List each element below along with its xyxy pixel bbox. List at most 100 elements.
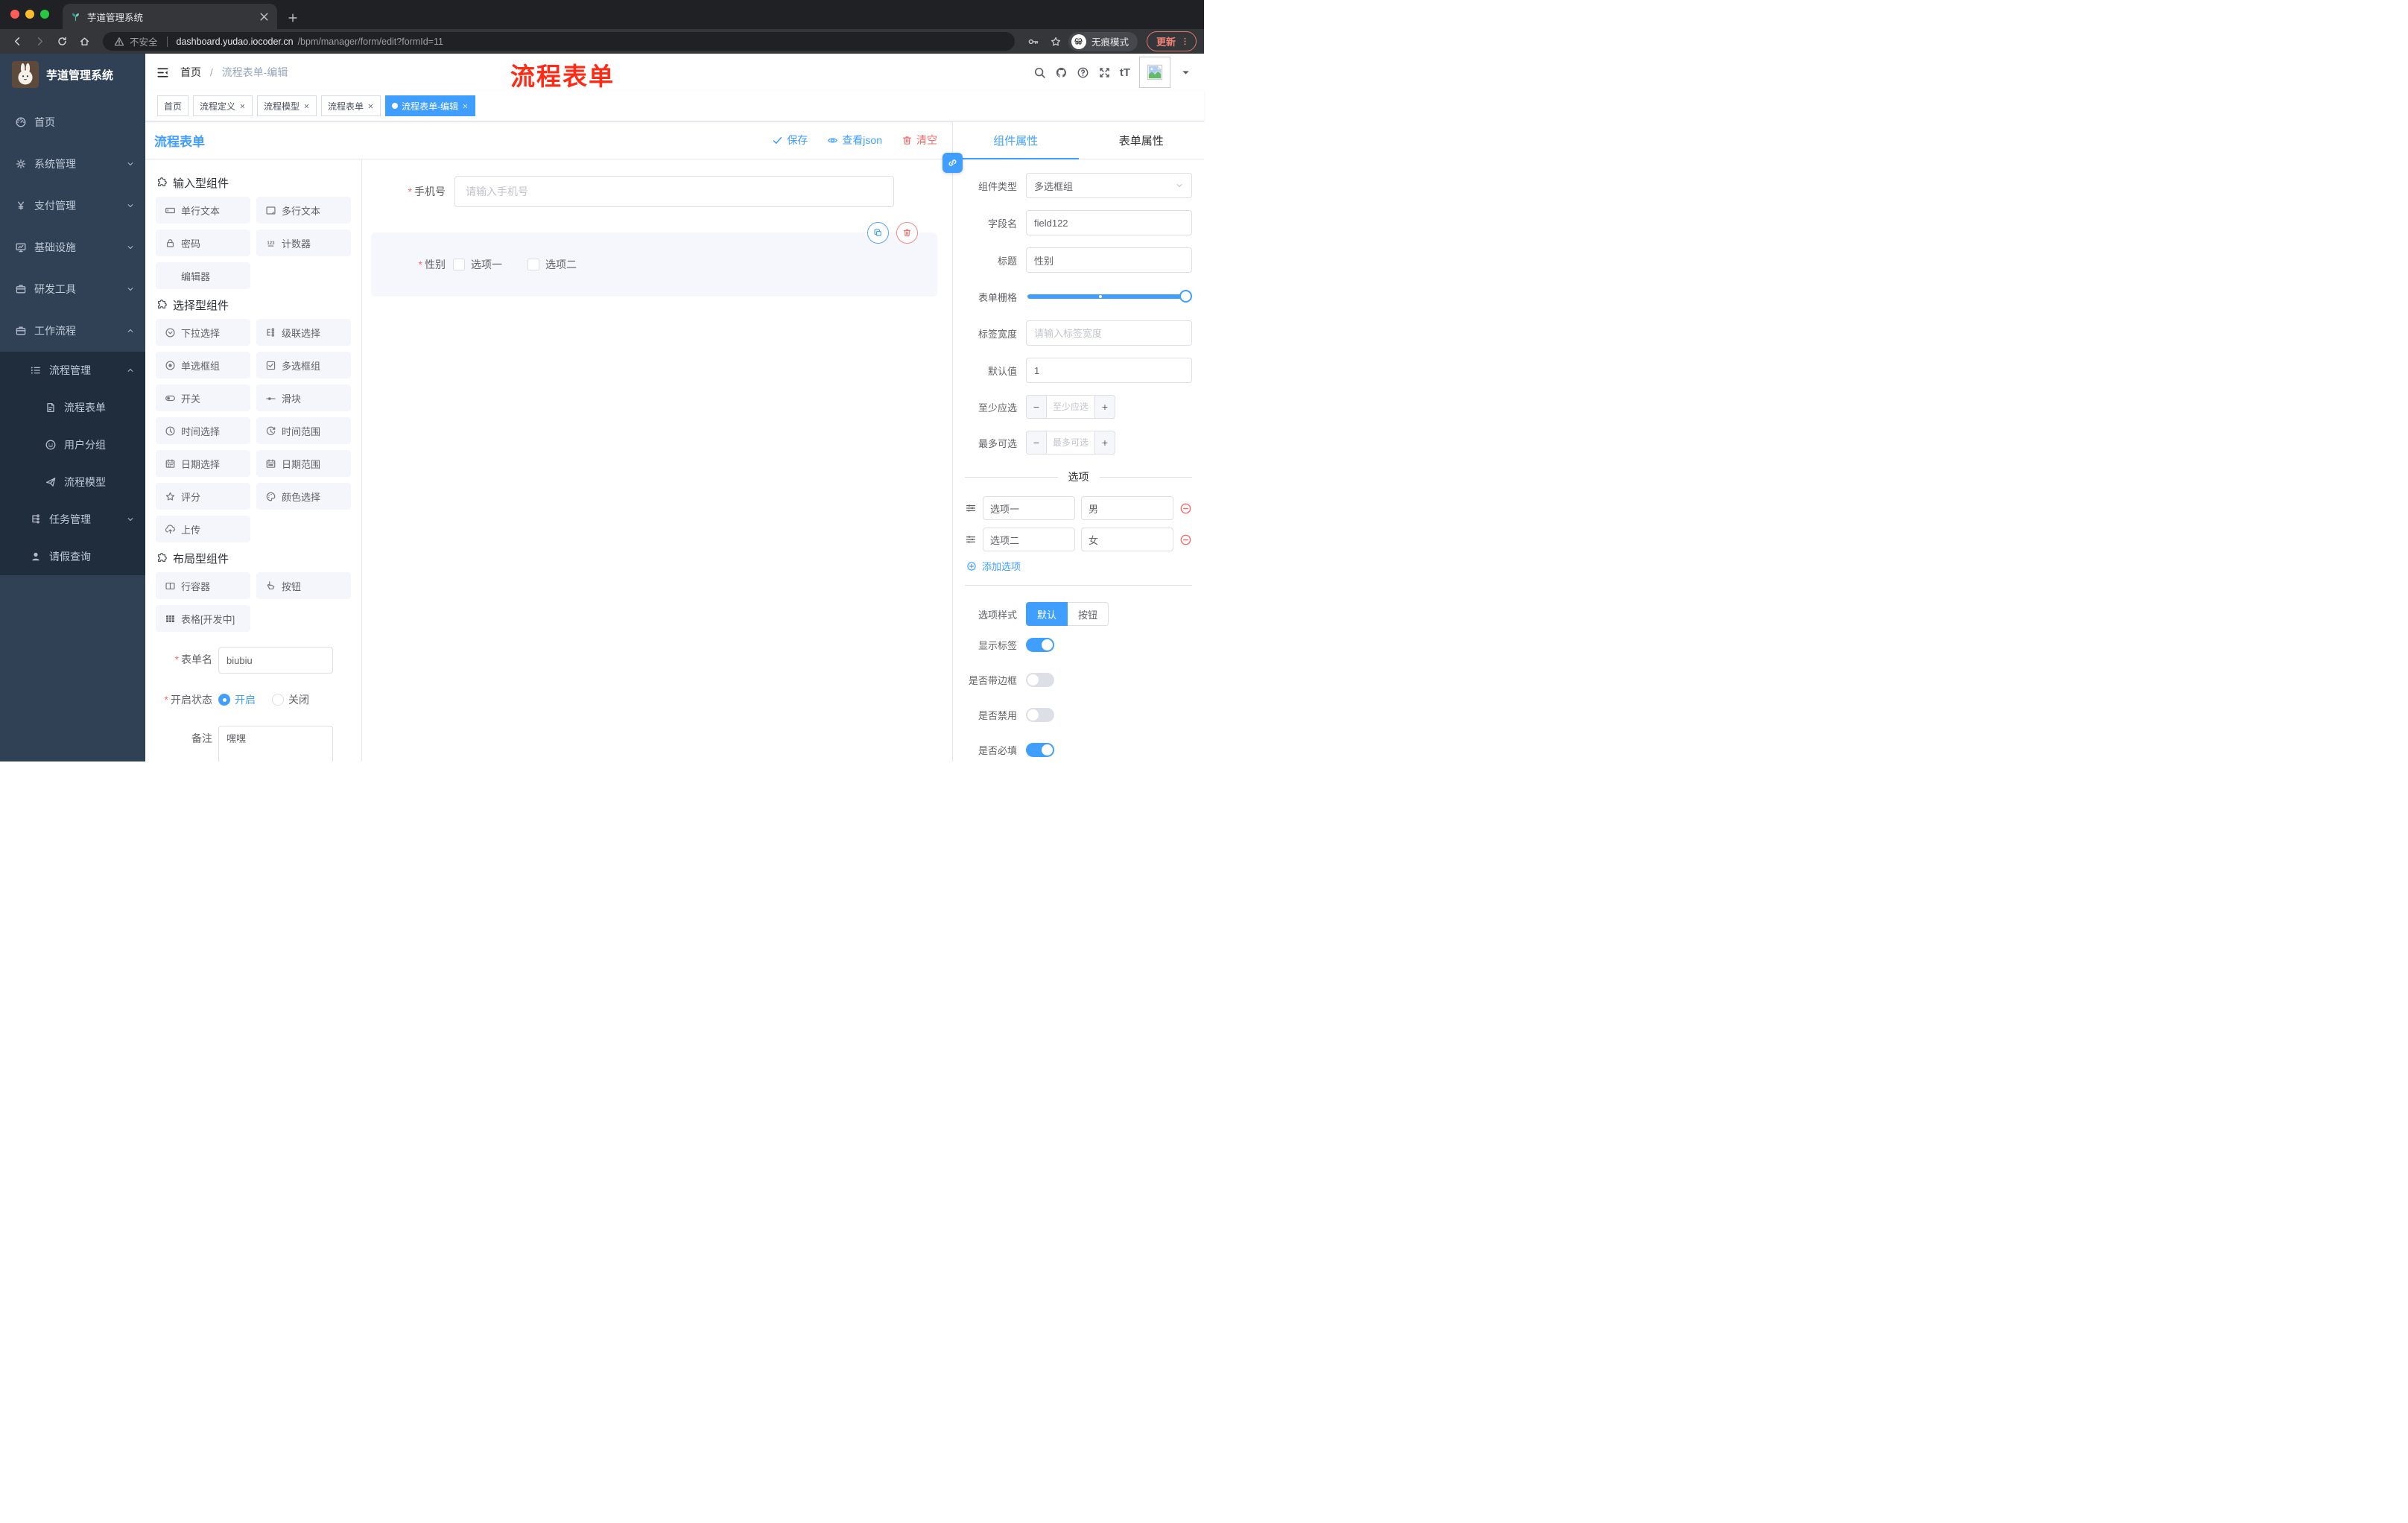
tag-流程定义[interactable]: 流程定义 [193,95,253,116]
option-value-input[interactable] [1081,528,1173,551]
forward-button[interactable] [30,32,49,51]
style-button-button[interactable]: 按钮 [1068,602,1109,626]
tag-close-icon[interactable] [367,103,374,110]
url-bar[interactable]: 不安全 dashboard.yudao.iocoder.cn/bpm/manag… [103,32,1015,51]
bookmark-star-icon[interactable] [1050,36,1062,48]
selected-component[interactable]: * 性别 选项一 选项二 [371,222,937,297]
sidebar-item-工作流程[interactable]: 工作流程 [0,310,145,352]
component-chip-密码[interactable]: 密码 [156,229,250,256]
label-width-input[interactable] [1026,320,1192,346]
save-button[interactable]: 保存 [772,133,808,148]
component-chip-多行文本[interactable]: 多行文本 [256,197,351,224]
component-chip-按钮[interactable]: 按钮 [256,572,351,599]
update-button[interactable]: 更新 [1146,31,1197,51]
stepper-minus-button[interactable]: − [1027,396,1047,418]
tab-close-icon[interactable] [259,11,270,22]
remove-option-icon[interactable] [1179,502,1192,515]
tag-close-icon[interactable] [303,103,310,110]
component-chip-表格[开发中][interactable]: 表格[开发中] [156,605,250,632]
component-chip-下拉选择[interactable]: 下拉选择 [156,319,250,346]
tag-流程表单-编辑[interactable]: 流程表单-编辑 [385,95,476,116]
toggle-switch[interactable] [1026,708,1054,722]
tag-close-icon[interactable] [462,103,469,110]
tab-component-props[interactable]: 组件属性 [953,121,1079,159]
sidebar-item-流程管理[interactable]: 流程管理 [0,352,145,389]
title-input[interactable] [1026,247,1192,273]
sidebar-item-流程模型[interactable]: 流程模型 [0,463,145,501]
option-label-input[interactable] [983,528,1075,551]
reload-button[interactable] [52,32,72,51]
tag-流程模型[interactable]: 流程模型 [257,95,317,116]
form-remark-textarea[interactable]: 嘿嘿 [218,726,333,762]
clear-button[interactable]: 清空 [902,133,937,148]
style-default-button[interactable]: 默认 [1026,602,1068,626]
grid-slider[interactable] [1027,290,1192,303]
browser-menu-icon[interactable] [1180,37,1190,46]
search-icon[interactable] [1033,66,1046,79]
field-name-input[interactable] [1026,210,1192,235]
sidebar-item-系统管理[interactable]: 系统管理 [0,143,145,185]
component-chip-日期选择[interactable]: 日期选择 [156,450,250,477]
sidebar-item-基础设施[interactable]: 基础设施 [0,227,145,268]
option-label-input[interactable] [983,496,1075,520]
slider-handle[interactable] [1179,290,1192,303]
avatar-caret-icon[interactable] [1179,66,1192,79]
window-zoom-button[interactable] [40,10,49,19]
tab-form-props[interactable]: 表单属性 [1079,121,1205,159]
remove-option-icon[interactable] [1179,533,1192,546]
sidebar-item-支付管理[interactable]: 支付管理 [0,185,145,227]
window-close-button[interactable] [10,10,19,19]
option-value-input[interactable] [1081,496,1173,520]
toggle-switch[interactable] [1026,638,1054,652]
copy-component-button[interactable] [867,222,889,244]
default-value-input[interactable] [1026,358,1192,383]
component-chip-编辑器[interactable]: 编辑器 [156,262,250,289]
password-key-icon[interactable] [1027,36,1039,48]
component-chip-时间范围[interactable]: 时间范围 [256,417,351,444]
component-chip-上传[interactable]: 上传 [156,516,250,542]
form-name-input[interactable] [218,647,333,674]
breadcrumb-home[interactable]: 首页 [180,66,201,78]
sidebar-item-用户分组[interactable]: 用户分组 [0,426,145,463]
component-chip-计数器[interactable]: 123 计数器 [256,229,351,256]
delete-component-button[interactable] [896,222,918,244]
new-tab-button[interactable] [288,13,298,23]
status-radio-off[interactable]: 关闭 [272,687,309,712]
status-radio-on[interactable]: 开启 [218,687,256,712]
sidebar-item-首页[interactable]: 首页 [0,101,145,143]
component-chip-单选框组[interactable]: 单选框组 [156,352,250,379]
component-chip-滑块[interactable]: 滑块 [256,384,351,411]
min-select-input[interactable] [1047,396,1094,418]
font-size-icon[interactable]: tT [1120,66,1130,79]
component-chip-多选框组[interactable]: 多选框组 [256,352,351,379]
component-chip-颜色选择[interactable]: 颜色选择 [256,483,351,510]
tag-流程表单[interactable]: 流程表单 [321,95,381,116]
sidebar-item-任务管理[interactable]: 任务管理 [0,501,145,538]
stepper-plus-button[interactable]: + [1094,431,1115,454]
fullscreen-icon[interactable] [1098,66,1111,79]
component-chip-时间选择[interactable]: 时间选择 [156,417,250,444]
toggle-switch[interactable] [1026,673,1054,687]
component-chip-开关[interactable]: 开关 [156,384,250,411]
max-select-input[interactable] [1047,431,1094,454]
drag-handle-icon[interactable] [965,533,977,545]
back-button[interactable] [7,32,27,51]
gender-checkbox-选项一[interactable]: 选项一 [453,257,502,272]
component-chip-评分[interactable]: 评分 [156,483,250,510]
gender-checkbox-选项二[interactable]: 选项二 [527,257,577,272]
toggle-switch[interactable] [1026,743,1054,757]
sidebar-item-研发工具[interactable]: 研发工具 [0,268,145,310]
home-button[interactable] [75,32,94,51]
window-minimize-button[interactable] [25,10,34,19]
phone-input[interactable] [454,176,894,207]
component-type-select[interactable]: 多选框组 [1026,173,1192,198]
link-button[interactable] [942,153,963,173]
component-chip-行容器[interactable]: 行容器 [156,572,250,599]
browser-tab[interactable]: 芋道管理系统 [63,4,277,29]
help-icon[interactable] [1077,66,1089,79]
sidebar-fold-icon[interactable] [156,66,170,80]
component-chip-级联选择[interactable]: 级联选择 [256,319,351,346]
view-json-button[interactable]: 查看json [827,133,882,148]
add-option-button[interactable]: 添加选项 [966,559,1192,573]
sidebar-item-流程表单[interactable]: 流程表单 [0,389,145,426]
